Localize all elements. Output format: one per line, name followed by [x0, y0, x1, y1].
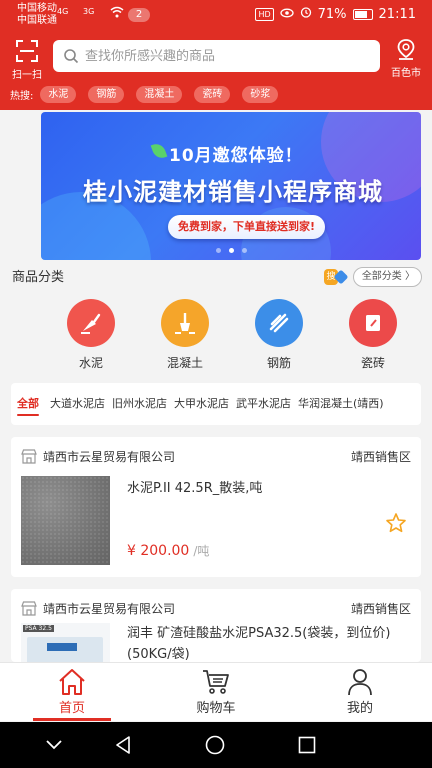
search-icon	[64, 49, 79, 64]
hot-search-label: 热搜:	[10, 91, 34, 102]
tile-icon	[349, 299, 397, 347]
product-card-header: 靖西市云星贸易有限公司 靖西销售区	[21, 600, 411, 618]
home-icon	[59, 669, 85, 695]
hd-icon: HD	[255, 7, 274, 21]
tab-label: 我的	[346, 701, 373, 716]
notification-badge: 2	[128, 8, 150, 22]
city-label: 百色市	[391, 68, 421, 79]
tab-huarun[interactable]: 华润混凝土(靖西)	[291, 383, 384, 425]
hot-tag-tile[interactable]: 瓷砖	[194, 86, 231, 103]
leaf-icon	[150, 141, 168, 161]
product-name[interactable]: 水泥P.II 42.5R_散装,吨	[127, 477, 262, 496]
price-unit: /吨	[193, 544, 210, 558]
hot-search-row: 热搜: 水泥 钢筋 混凝土 瓷砖 砂浆	[10, 86, 290, 103]
category-item-cement[interactable]: 水泥	[62, 299, 120, 371]
user-icon	[348, 669, 372, 696]
product-card[interactable]: 靖西市云星贸易有限公司 靖西销售区 水泥P.II 42.5R_散装,吨 ¥ 20…	[11, 437, 421, 577]
location-pin-icon	[397, 39, 415, 60]
scan-button[interactable]: 扫一扫	[10, 39, 44, 81]
system-nav-bar	[0, 722, 432, 768]
hot-tag-concrete[interactable]: 混凝土	[136, 86, 183, 103]
promo-banner[interactable]: 10月邀您体验！ 桂小泥建材销售小程序商城 免费到家，下单直接送到家!	[41, 112, 421, 260]
carousel-dot[interactable]	[215, 248, 221, 253]
carousel-dots	[41, 238, 421, 257]
sales-region: 靖西销售区	[350, 602, 411, 616]
product-card[interactable]: 靖西市云星贸易有限公司 靖西销售区 PSA 32.5 润丰 矿渣硅酸盐水泥PSA…	[11, 589, 421, 662]
tab-profile[interactable]: 我的	[288, 663, 432, 721]
all-categories-button[interactable]: 全部分类 〉	[352, 267, 422, 287]
store-tabs: 全部 大道水泥店 旧州水泥店 大甲水泥店 武平水泥店 华润混凝土(靖西)	[11, 383, 421, 425]
category-item-concrete[interactable]: 混凝土	[156, 299, 214, 371]
category-label: 钢筋	[266, 356, 291, 370]
tab-wuping[interactable]: 武平水泥店	[229, 383, 291, 425]
scan-icon	[16, 40, 38, 62]
home-circle-icon[interactable]	[205, 735, 225, 755]
signal-2-label: 3G	[83, 7, 95, 16]
category-item-tile[interactable]: 瓷砖	[344, 299, 402, 371]
tab-label: 首页	[58, 701, 85, 716]
category-title: 商品分类	[12, 270, 65, 285]
product-image[interactable]	[21, 476, 110, 565]
alarm-icon	[300, 6, 312, 22]
trowel-icon	[67, 299, 115, 347]
category-list: 水泥 混凝土 钢筋 瓷砖	[62, 299, 402, 371]
price-value: ¥ 200.00	[127, 543, 190, 559]
category-label: 混凝土	[166, 356, 203, 370]
banner-cta: 免费到家，下单直接送到家!	[168, 215, 326, 239]
tab-jiuzhou[interactable]: 旧州水泥店	[105, 383, 167, 425]
search-input[interactable]	[85, 48, 355, 64]
carrier-labels: 中国移动 中国联通	[17, 3, 57, 27]
store-icon	[21, 601, 37, 616]
tab-dajia[interactable]: 大甲水泥店	[167, 383, 229, 425]
wifi-icon	[110, 6, 124, 21]
tab-home[interactable]: 首页	[0, 663, 144, 721]
carousel-dot[interactable]	[241, 248, 247, 253]
battery-icon	[352, 8, 373, 20]
city-selector[interactable]: 百色市	[388, 38, 424, 79]
rebar-icon	[255, 299, 303, 347]
battery-percent: 71%	[317, 6, 347, 22]
chevron-down-icon[interactable]	[45, 739, 63, 751]
carousel-dot-active[interactable]	[228, 248, 234, 253]
category-section-header: 商品分类 搜 全部分类 〉	[12, 266, 422, 290]
hot-tag-mortar[interactable]: 砂浆	[242, 86, 279, 103]
category-label: 瓷砖	[360, 356, 385, 370]
hot-tag-rebar[interactable]: 钢筋	[88, 86, 125, 103]
carrier-2: 中国联通	[17, 15, 57, 26]
bottom-tab-bar: 首页 购物车 我的	[0, 662, 432, 721]
category-search-icon[interactable]: 搜	[324, 269, 349, 285]
back-icon[interactable]	[114, 735, 132, 755]
tab-all[interactable]: 全部	[11, 383, 39, 425]
category-item-rebar[interactable]: 钢筋	[250, 299, 308, 371]
tab-dadao[interactable]: 大道水泥店	[43, 383, 105, 425]
banner-subtitle: 10月邀您体验！	[169, 146, 303, 166]
status-bar: 中国移动 中国联通 4G 3G 2 HD 71% 21:11	[0, 0, 432, 32]
product-card-header: 靖西市云星贸易有限公司 靖西销售区	[21, 448, 411, 466]
store-name[interactable]: 靖西市云星贸易有限公司	[43, 600, 175, 617]
tab-label: 购物车	[196, 701, 236, 716]
star-icon[interactable]	[385, 512, 407, 534]
product-image[interactable]: PSA 32.5	[21, 623, 110, 662]
product-name[interactable]: 润丰 矿渣硅酸盐水泥PSA32.5(袋装，到位价) (50KG/袋)	[127, 623, 407, 662]
product-image-label: PSA 32.5	[23, 625, 54, 632]
store-icon	[21, 449, 37, 464]
product-price: ¥ 200.00/吨	[127, 542, 209, 559]
signal-1-label: 4G	[57, 7, 69, 16]
banner-title: 桂小泥建材销售小程序商城	[83, 178, 383, 206]
hot-tag-cement[interactable]: 水泥	[40, 86, 77, 103]
sales-region: 靖西销售区	[350, 450, 411, 464]
tab-cart[interactable]: 购物车	[144, 663, 288, 721]
cart-icon	[203, 670, 229, 694]
eye-icon	[279, 7, 294, 22]
clock: 21:11	[378, 6, 416, 22]
carrier-1: 中国移动	[17, 3, 57, 14]
recents-icon[interactable]	[298, 736, 316, 754]
cement-bag-graphic	[27, 637, 103, 662]
search-bar[interactable]	[53, 40, 380, 72]
shovel-icon	[161, 299, 209, 347]
scan-label: 扫一扫	[12, 70, 42, 81]
store-name[interactable]: 靖西市云星贸易有限公司	[43, 448, 175, 465]
category-label: 水泥	[78, 356, 103, 370]
app-header: 扫一扫 百色市 热搜: 水泥 钢筋 混凝土 瓷砖 砂浆	[0, 32, 432, 110]
